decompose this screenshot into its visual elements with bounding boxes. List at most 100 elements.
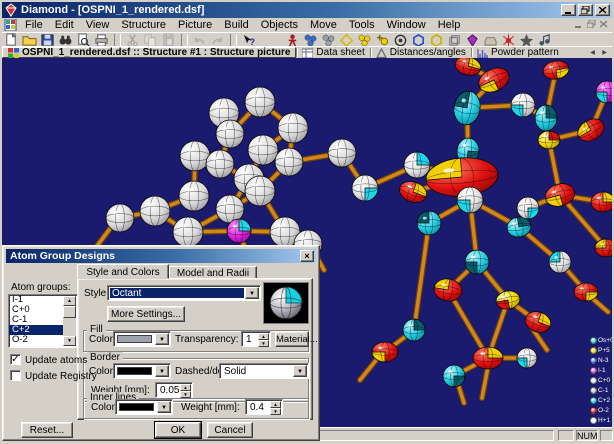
- chevron-down-icon[interactable]: ▼: [245, 287, 259, 299]
- tray-icon[interactable]: [482, 33, 498, 47]
- tab-style-and-colors[interactable]: Style and Colors: [77, 264, 169, 279]
- ok-button[interactable]: OK: [155, 422, 201, 438]
- menu-tools[interactable]: Tools: [343, 18, 381, 32]
- restore-button[interactable]: [578, 4, 593, 16]
- cut-icon: [124, 33, 140, 47]
- border-weight-value: 0.05: [158, 385, 179, 396]
- style-preview: [263, 282, 309, 324]
- spin-up-icon[interactable]: ▲: [180, 384, 191, 391]
- border-weight-spinner[interactable]: 0.05 ▲▼: [155, 382, 193, 398]
- chevron-down-icon[interactable]: ▼: [155, 365, 169, 377]
- style-value: Octant: [110, 288, 244, 298]
- tab-scroll-right[interactable]: ▶: [599, 49, 610, 56]
- legend-label: I-1: [598, 367, 606, 374]
- dashed-dotted-combobox[interactable]: Solid ▼: [219, 363, 309, 379]
- material-button[interactable]: Material...: [275, 331, 309, 347]
- tab-structure-picture[interactable]: OSPNI_1_rendered.dsf :: Structure #1 : S…: [2, 47, 296, 58]
- tab-distances-angles[interactable]: Distances/angles: [371, 47, 471, 58]
- build-molecule-icon[interactable]: [302, 33, 318, 47]
- atom-sphere-icon: [590, 367, 597, 374]
- spin-down-icon[interactable]: ▼: [258, 340, 269, 347]
- legend-item: C+0: [590, 375, 612, 385]
- print-preview-icon[interactable]: [75, 33, 91, 47]
- tab-scroll-left[interactable]: ◀: [587, 49, 598, 56]
- menu-window[interactable]: Window: [381, 18, 432, 32]
- atom-color-legend: Os+0P+5N-3I-1C+0C-1C+2O-2H+1: [590, 335, 612, 425]
- scroll-down-icon[interactable]: ▼: [63, 336, 76, 346]
- legend-item: P+5: [590, 345, 612, 355]
- fill-atoms-icon[interactable]: [356, 33, 372, 47]
- transparency-spinner[interactable]: 1 ▲▼: [241, 331, 271, 347]
- more-settings-button[interactable]: More Settings...: [107, 306, 185, 322]
- menu-picture[interactable]: Picture: [172, 18, 218, 32]
- menu-help[interactable]: Help: [432, 18, 467, 32]
- copy-icon: [142, 33, 158, 47]
- walk-structure-icon[interactable]: [284, 33, 300, 47]
- diamond-tool-icon[interactable]: [464, 33, 480, 47]
- chevron-down-icon[interactable]: ▼: [157, 401, 171, 413]
- chevron-down-icon[interactable]: ▼: [293, 365, 307, 377]
- mdi-minimize-button[interactable]: [575, 19, 583, 31]
- hexagon-yellow-icon[interactable]: [428, 33, 444, 47]
- menu-move[interactable]: Move: [304, 18, 343, 32]
- tab-data-sheet[interactable]: Data sheet: [297, 47, 369, 58]
- menu-edit[interactable]: Edit: [49, 18, 80, 32]
- scroll-thumb[interactable]: [63, 306, 76, 318]
- atom-groups-list[interactable]: I-1C+0C-1C+2O-2 ▲ ▼: [8, 294, 78, 348]
- add-atom-icon[interactable]: [374, 33, 390, 47]
- polyhedra-icon[interactable]: [338, 33, 354, 47]
- pack-cell-icon[interactable]: [320, 33, 336, 47]
- border-color-combobox[interactable]: ▼: [113, 363, 171, 379]
- hexagon-blue-icon[interactable]: [410, 33, 426, 47]
- open-icon[interactable]: [21, 33, 37, 47]
- tab-powder-pattern[interactable]: Powder pattern: [472, 47, 564, 58]
- document-icon[interactable]: [4, 19, 17, 31]
- style-combobox[interactable]: Octant ▼: [107, 285, 261, 301]
- destroy-icon[interactable]: [500, 33, 516, 47]
- target-icon[interactable]: [392, 33, 408, 47]
- menu-objects[interactable]: Objects: [255, 18, 304, 32]
- menu-build[interactable]: Build: [218, 18, 254, 32]
- legend-label: O-2: [598, 407, 609, 414]
- fill-color-combobox[interactable]: ▼: [113, 331, 171, 347]
- inner-weight-spinner[interactable]: 0.4 ▲▼: [245, 399, 283, 415]
- mdi-close-button[interactable]: [600, 19, 608, 31]
- status-panel-small: [558, 430, 574, 441]
- minimize-button[interactable]: [561, 4, 576, 16]
- chevron-down-icon[interactable]: ▼: [155, 333, 169, 345]
- transparency-value: 1: [244, 334, 257, 345]
- menu-view[interactable]: View: [80, 18, 116, 32]
- unit-cell-icon[interactable]: [446, 33, 462, 47]
- structure-picture-icon: [8, 48, 19, 58]
- atom-group-item[interactable]: O-2: [9, 335, 64, 345]
- spin-up-icon[interactable]: ▲: [270, 401, 281, 408]
- print-icon[interactable]: [93, 33, 109, 47]
- measure-icon[interactable]: [536, 33, 552, 47]
- update-atoms-checkbox[interactable]: ✓: [10, 354, 21, 365]
- list-scrollbar[interactable]: ▲ ▼: [63, 296, 76, 346]
- cancel-button[interactable]: Cancel: [207, 422, 253, 438]
- spin-down-icon[interactable]: ▼: [270, 408, 281, 415]
- spin-down-icon[interactable]: ▼: [180, 391, 191, 398]
- star-tool-icon[interactable]: [518, 33, 534, 47]
- mdi-restore-button[interactable]: [587, 19, 596, 31]
- close-button[interactable]: [595, 4, 610, 16]
- scroll-up-icon[interactable]: ▲: [63, 296, 76, 306]
- toolbar-separator: [181, 34, 188, 46]
- sheet-icon: [302, 48, 313, 58]
- update-registry-checkbox[interactable]: [10, 370, 21, 381]
- spin-up-icon[interactable]: ▲: [258, 333, 269, 340]
- new-icon[interactable]: [3, 33, 19, 47]
- menu-structure[interactable]: Structure: [115, 18, 172, 32]
- reset-button[interactable]: Reset...: [21, 422, 73, 438]
- tab-label: Data sheet: [316, 47, 364, 58]
- atom-sphere-icon: [590, 337, 597, 344]
- inner-color-combobox[interactable]: ▼: [115, 399, 173, 415]
- menu-file[interactable]: File: [19, 18, 49, 32]
- dialog-close-icon[interactable]: ×: [300, 250, 314, 262]
- find-icon[interactable]: [57, 33, 73, 47]
- legend-item: C+2: [590, 395, 612, 405]
- context-help-icon[interactable]: ?: [240, 33, 256, 47]
- save-icon[interactable]: [39, 33, 55, 47]
- legend-item: C-1: [590, 385, 612, 395]
